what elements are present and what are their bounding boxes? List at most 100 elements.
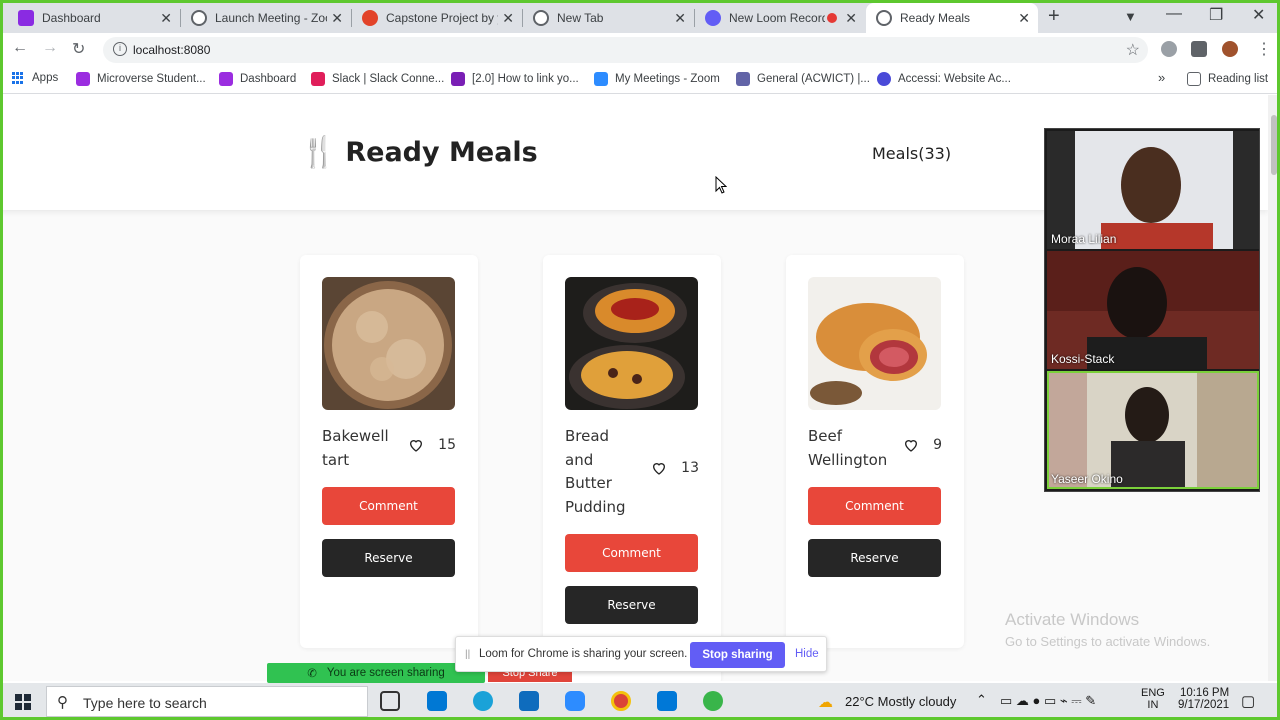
slack-icon bbox=[311, 72, 325, 86]
phone-icon: ✆ bbox=[307, 668, 317, 680]
tab-dashboard[interactable]: Dashboard ✕ bbox=[8, 3, 180, 33]
browser-toolbar: ← → ↻ i localhost:8080 ☆ ⋮ bbox=[0, 33, 1280, 66]
heart-icon[interactable] bbox=[408, 437, 424, 453]
comment-button[interactable]: Comment bbox=[565, 534, 698, 572]
like-count: 15 bbox=[438, 437, 456, 453]
meal-image bbox=[565, 277, 698, 410]
chevron-up-icon[interactable]: ⌃ bbox=[976, 692, 987, 708]
participant-tile[interactable]: Kossi-Stack bbox=[1047, 251, 1259, 369]
chrome-icon[interactable] bbox=[611, 691, 631, 711]
drag-handle-icon[interactable]: || bbox=[465, 649, 470, 660]
bookmark-microverse[interactable]: Microverse Student... bbox=[76, 72, 206, 86]
tab-zoom[interactable]: Launch Meeting - Zoom ✕ bbox=[181, 3, 351, 33]
tab-ready-meals[interactable]: Ready Meals ✕ bbox=[866, 3, 1038, 33]
notification-icon[interactable]: ▢ bbox=[1241, 692, 1255, 710]
bookmark-accessi[interactable]: Accessi: Website Ac... bbox=[877, 72, 1011, 86]
tray-icons[interactable]: ▭ ☁ ● ▭ ⌁ ⎓ ✎ bbox=[1000, 693, 1096, 709]
close-icon[interactable]: ✕ bbox=[674, 10, 686, 27]
meal-name: Bread and Butter Pudding bbox=[565, 427, 626, 516]
bookmark-dashboard[interactable]: Dashboard bbox=[219, 72, 296, 86]
zoom-sharing-indicator[interactable]: ✆ You are screen sharing bbox=[267, 663, 485, 683]
close-icon[interactable]: ✕ bbox=[1018, 10, 1030, 27]
bookmark-apps[interactable]: Apps bbox=[12, 72, 58, 84]
clock[interactable]: 10:16 PM 9/17/2021 bbox=[1178, 687, 1229, 711]
like-counter: 9 bbox=[903, 437, 942, 453]
minimize-button[interactable]: — bbox=[1166, 5, 1182, 23]
forward-icon[interactable]: → bbox=[42, 39, 58, 57]
back-icon[interactable]: ← bbox=[12, 39, 28, 57]
vscode-icon[interactable] bbox=[657, 691, 677, 711]
recording-dot-icon bbox=[827, 13, 837, 23]
close-icon[interactable]: ✕ bbox=[845, 10, 857, 27]
taskbar-search[interactable]: ⚲ Type here to search bbox=[46, 686, 368, 717]
globe-icon bbox=[191, 10, 207, 26]
hide-button[interactable]: Hide bbox=[795, 648, 819, 660]
reserve-button[interactable]: Reserve bbox=[322, 539, 455, 577]
close-icon[interactable]: ✕ bbox=[502, 10, 514, 27]
tab-new-tab[interactable]: New Tab ✕ bbox=[523, 3, 694, 33]
like-count: 9 bbox=[933, 437, 942, 453]
address-bar[interactable]: i localhost:8080 ☆ bbox=[103, 37, 1148, 63]
participant-name: Yaseer Okino bbox=[1051, 472, 1123, 486]
tab-strip: Dashboard ✕ Launch Meeting - Zoom ✕ Caps… bbox=[0, 0, 1280, 33]
meal-card: Beef Wellington 9 Comment Reserve bbox=[786, 255, 964, 648]
bookmark-star-icon[interactable]: ☆ bbox=[1126, 40, 1140, 60]
microverse-icon bbox=[76, 72, 90, 86]
new-tab-button[interactable]: + bbox=[1048, 5, 1060, 28]
shield-icon bbox=[877, 72, 891, 86]
mouse-cursor-icon bbox=[715, 176, 727, 194]
url-text[interactable]: localhost:8080 bbox=[133, 43, 210, 57]
comment-button[interactable]: Comment bbox=[322, 487, 455, 525]
participant-tile[interactable]: Moraa Lilian bbox=[1047, 131, 1259, 249]
meals-count-link[interactable]: Meals(33) bbox=[872, 144, 951, 163]
scrollbar-thumb[interactable] bbox=[1271, 115, 1277, 175]
activate-windows-watermark: Activate Windows Go to Settings to activ… bbox=[1005, 610, 1211, 649]
bookmark-teams[interactable]: General (ACWICT) |... bbox=[736, 72, 870, 86]
reading-list-button[interactable]: Reading list bbox=[1187, 72, 1268, 86]
bookmark-how-to-link[interactable]: [2.0] How to link yo... bbox=[451, 72, 579, 86]
heart-icon[interactable] bbox=[903, 437, 919, 453]
bookmark-zoom[interactable]: My Meetings - Zoom bbox=[594, 72, 720, 86]
maximize-button[interactable]: ❐ bbox=[1209, 5, 1223, 25]
reload-icon[interactable]: ↻ bbox=[72, 39, 85, 59]
extension-icon[interactable] bbox=[1161, 41, 1177, 57]
edge-icon[interactable] bbox=[473, 691, 493, 711]
comment-button[interactable]: Comment bbox=[808, 487, 941, 525]
info-icon[interactable]: i bbox=[113, 42, 127, 56]
participant-name: Moraa Lilian bbox=[1051, 232, 1117, 246]
meal-name: Bakewell tart bbox=[322, 427, 389, 469]
stop-sharing-button[interactable]: Stop sharing bbox=[690, 642, 785, 668]
avatar[interactable] bbox=[1222, 41, 1238, 57]
close-icon[interactable]: ✕ bbox=[331, 10, 343, 27]
meal-card: Bread and Butter Pudding 13 Comment Rese… bbox=[543, 255, 721, 681]
site-logo[interactable]: 🍴 Ready Meals bbox=[300, 135, 538, 170]
tab-capstone[interactable]: Capstone Project by y ✕ bbox=[352, 3, 522, 33]
weather-text[interactable]: 22°C Mostly cloudy bbox=[845, 694, 956, 709]
zoom-app-icon[interactable] bbox=[565, 691, 585, 711]
tab-search-icon[interactable]: ▼ bbox=[1124, 9, 1137, 24]
menu-icon[interactable]: ⋮ bbox=[1256, 39, 1272, 59]
globe-icon bbox=[876, 10, 892, 26]
participant-tile-active[interactable]: Yaseer Okino bbox=[1047, 371, 1259, 489]
task-view-icon[interactable] bbox=[380, 691, 400, 711]
bookmark-slack[interactable]: Slack | Slack Conne... bbox=[311, 72, 444, 86]
store-icon[interactable] bbox=[427, 691, 447, 711]
apps-grid-icon bbox=[12, 72, 24, 84]
reserve-button[interactable]: Reserve bbox=[565, 586, 698, 624]
mail-icon[interactable] bbox=[519, 691, 539, 711]
reserve-button[interactable]: Reserve bbox=[808, 539, 941, 577]
meal-image bbox=[322, 277, 455, 410]
android-app-icon[interactable] bbox=[703, 691, 723, 711]
page-scrollbar[interactable] bbox=[1268, 95, 1280, 681]
close-window-button[interactable]: ✕ bbox=[1252, 5, 1265, 25]
close-icon[interactable]: ✕ bbox=[160, 10, 172, 27]
heart-icon[interactable] bbox=[651, 460, 667, 476]
meal-card: Bakewell tart 15 Comment Reserve bbox=[300, 255, 478, 648]
language-indicator[interactable]: ENG IN bbox=[1141, 687, 1165, 711]
windows-start-icon[interactable] bbox=[15, 694, 31, 710]
tab-loom[interactable]: New Loom Recording ✕ bbox=[695, 3, 865, 33]
puzzle-icon[interactable] bbox=[1191, 41, 1207, 57]
zoom-video-panel[interactable]: Moraa Lilian Kossi-Stack Yaseer Okino bbox=[1044, 128, 1260, 492]
zoom-icon bbox=[594, 72, 608, 86]
more-bookmarks-button[interactable]: » bbox=[1158, 70, 1165, 85]
